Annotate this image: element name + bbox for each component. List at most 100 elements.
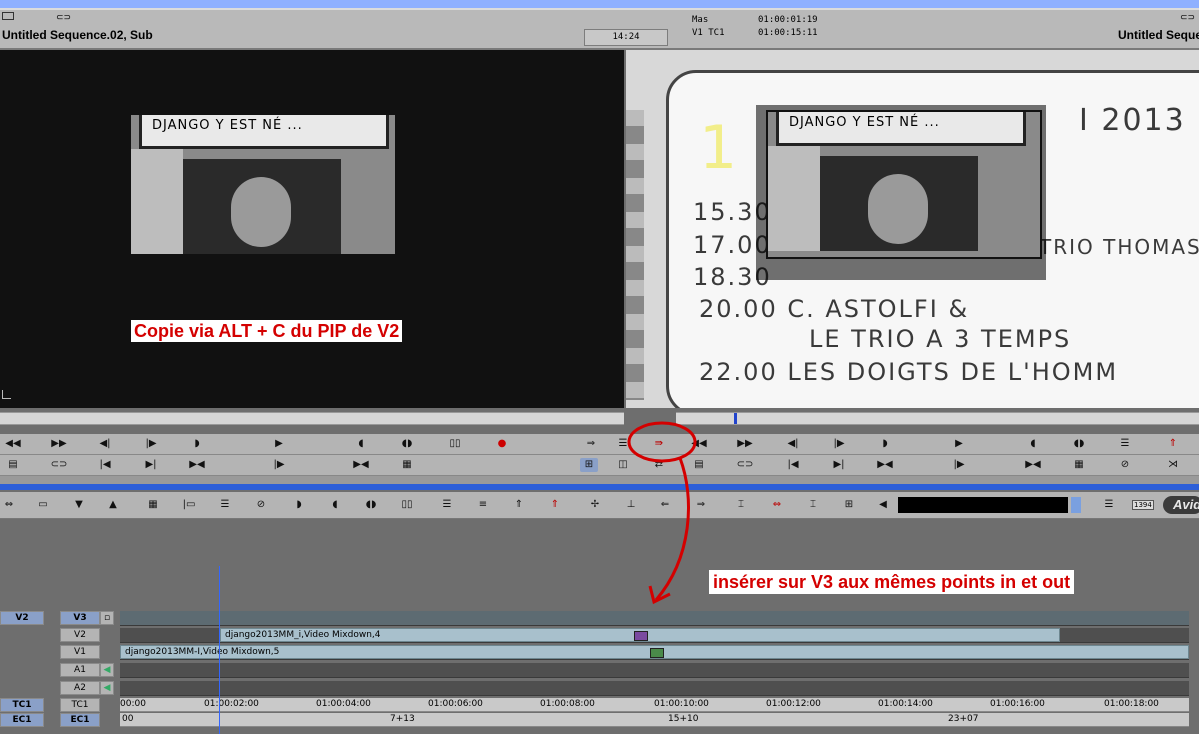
play-icon[interactable]: ▶ (270, 437, 288, 451)
mark-out-icon[interactable]: ◗ (188, 437, 206, 451)
focus-icon[interactable]: ⌶ (804, 498, 822, 512)
v1tc-label: V1 TC1 (692, 28, 725, 38)
record-track-v1[interactable]: V1 (60, 645, 100, 659)
splice-in-icon[interactable]: ⇒ (582, 437, 600, 451)
track-height-control[interactable] (1071, 497, 1081, 513)
source-track-v2[interactable]: V2 (0, 611, 44, 625)
top-tail-icon[interactable]: ⌶ (732, 498, 750, 512)
lane-v3[interactable] (120, 611, 1189, 626)
splice-tl-icon[interactable]: ☰ (438, 498, 456, 512)
record-monitor[interactable]: 1 I 2013 15.30 17.00 18.30 20.00 C. ASTO… (626, 50, 1199, 408)
toggle-monitor-icon[interactable]: ▭ (34, 498, 52, 512)
lane-v2[interactable]: django2013MM_i,Video Mixdown,4 (120, 628, 1189, 643)
mark-in-icon-rec[interactable]: ◖ (1024, 437, 1042, 451)
effect-icon-v1[interactable] (650, 648, 664, 658)
record-track-a2[interactable]: A2 (60, 681, 100, 695)
step-forward-icon[interactable]: |▶ (142, 437, 160, 451)
source-monitor-title[interactable]: Untitled Sequence.02, Sub (2, 28, 153, 42)
lift-up-icon[interactable]: ⇑ (510, 498, 528, 512)
filmstrip-icon-rec[interactable]: ▦ (1070, 458, 1088, 472)
record-monitor-title[interactable]: Untitled Seque (1118, 28, 1199, 42)
record-position-indicator[interactable] (734, 413, 737, 424)
record-track-v2[interactable]: V2 (60, 628, 100, 642)
go-to-out-icon-rec[interactable]: ▶| (830, 458, 848, 472)
mark-clip-icon[interactable]: ◖◗ (398, 437, 416, 451)
ec-label: 00 (122, 714, 134, 724)
mark-in-icon[interactable]: ◖ (352, 437, 370, 451)
audio-speaker-icon[interactable]: ◀ (874, 498, 892, 512)
record-position-bar[interactable] (676, 412, 1199, 425)
v3-monitor-toggle[interactable]: ▫ (100, 611, 114, 625)
play-in-out-icon[interactable]: |▶ (270, 458, 288, 472)
step-back-icon[interactable]: ◀| (96, 437, 114, 451)
timecode-ruler[interactable]: 00:00 01:00:02:00 01:00:04:00 01:00:06:0… (120, 698, 1189, 712)
ec-label: 15+10 (668, 714, 699, 724)
clear-marks-icon[interactable]: ▯▯ (446, 437, 464, 451)
record-track-v3[interactable]: V3 (60, 611, 100, 625)
portrait-image (183, 159, 341, 254)
filmstrip-tl-icon[interactable]: ▦ (144, 498, 162, 512)
overwrite-tl-icon[interactable]: ≡ (474, 498, 492, 512)
source-record-toggle[interactable]: ⊞ (580, 458, 598, 472)
step-forward-icon-rec[interactable]: |▶ (830, 437, 848, 451)
zoom-icon[interactable]: ⊞ (840, 498, 858, 512)
edgecode-ruler[interactable]: 00 7+13 15+10 23+07 (120, 713, 1189, 727)
a1-speaker-icon[interactable]: ◀ (100, 663, 114, 677)
timeline-menu-icon[interactable]: ⇔ (0, 498, 18, 512)
source-position-bar[interactable] (0, 412, 624, 425)
play-icon-rec[interactable]: ▶ (950, 437, 968, 451)
clear-tl-icon[interactable]: ⊘ (252, 498, 270, 512)
rewind-icon[interactable]: ◀◀ (4, 437, 22, 451)
a2-speaker-icon[interactable]: ◀ (100, 681, 114, 695)
lane-a2[interactable] (120, 681, 1189, 696)
dropdown-icon[interactable]: ▼ (70, 498, 88, 512)
step-back-icon-rec[interactable]: ◀| (784, 437, 802, 451)
effect-icon-v2[interactable] (634, 631, 648, 641)
source-track-ec1[interactable]: EC1 (0, 713, 44, 727)
match-frame-icon-rec[interactable]: ▶◀ (1024, 458, 1042, 472)
trim-icon-rec[interactable]: ⋊ (1164, 458, 1182, 472)
record-dot-icon[interactable]: ● (493, 437, 511, 451)
mark-in-tl-icon[interactable]: ◖ (326, 498, 344, 512)
playhead[interactable] (219, 566, 220, 734)
segment-mode-icon[interactable]: ✢ (586, 498, 604, 512)
mark-clip-icon-rec[interactable]: ◖◗ (1070, 437, 1088, 451)
ripple-icon[interactable]: ⇔ (768, 498, 786, 512)
go-to-out-icon[interactable]: ▶| (142, 458, 160, 472)
link-icon[interactable]: ⊂⊃ (56, 13, 71, 23)
bin-list-icon[interactable]: ▤ (4, 458, 22, 472)
source-track-tc1[interactable]: TC1 (0, 698, 44, 712)
add-edit-icon[interactable]: |▭ (180, 498, 198, 512)
lane-v1[interactable]: django2013MM-I,Video Mixdown,5 (120, 645, 1189, 660)
link-toggle-icon[interactable]: ⊂⊃ (50, 458, 68, 472)
clear-icon-rec[interactable]: ⊘ (1116, 458, 1134, 472)
go-to-end-icon[interactable]: ▶◀ (188, 458, 206, 472)
menu-icon[interactable] (2, 12, 14, 20)
lift-tl-icon[interactable]: ☰ (216, 498, 234, 512)
go-to-in-icon-rec[interactable]: |◀ (784, 458, 802, 472)
lift-icon-rec[interactable]: ☰ (1116, 437, 1134, 451)
up-icon[interactable]: ▲ (104, 498, 122, 512)
record-track-tc1[interactable]: TC1 (60, 698, 100, 712)
record-track-a1[interactable]: A1 (60, 663, 100, 677)
link-icon-right[interactable]: ⊂⊃ (1180, 13, 1195, 23)
toolbar-list-icon[interactable]: ☰ (1100, 498, 1118, 512)
mark-clip-tl-icon[interactable]: ◖◗ (362, 498, 380, 512)
filmstrip-icon[interactable]: ▦ (398, 458, 416, 472)
mark-out-tl-icon[interactable]: ◗ (290, 498, 308, 512)
mark-out-icon-rec[interactable]: ◗ (876, 437, 894, 451)
source-monitor[interactable]: DJANGO Y EST NÉ ... (0, 50, 624, 408)
go-to-end-icon-rec[interactable]: ▶◀ (876, 458, 894, 472)
link-toggle-icon-rec[interactable]: ⊂⊃ (736, 458, 754, 472)
record-track-ec1[interactable]: EC1 (60, 713, 100, 727)
extract-icon-rec[interactable]: ⇑ (1164, 437, 1182, 451)
go-to-in-icon[interactable]: |◀ (96, 458, 114, 472)
fast-forward-icon[interactable]: ▶▶ (50, 437, 68, 451)
play-in-out-icon-rec[interactable]: |▶ (950, 458, 968, 472)
fast-forward-icon-rec[interactable]: ▶▶ (736, 437, 754, 451)
lane-a1[interactable] (120, 663, 1189, 678)
extract-tl-icon[interactable]: ⇑ (546, 498, 564, 512)
match-frame-icon[interactable]: ▶◀ (352, 458, 370, 472)
ec-label: 23+07 (948, 714, 979, 724)
clear-marks-tl-icon[interactable]: ▯▯ (398, 498, 416, 512)
